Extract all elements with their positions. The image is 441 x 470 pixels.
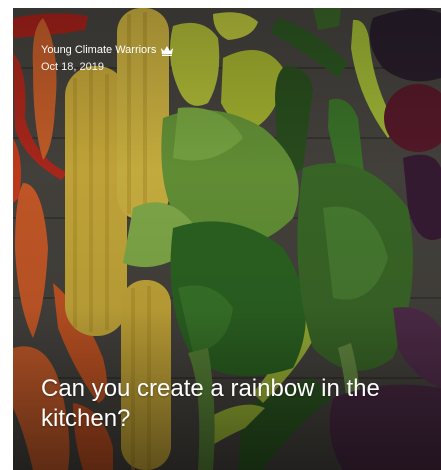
post-date: Oct 18, 2019	[41, 61, 104, 73]
blog-post-card[interactable]: Young Climate Warriors Oct 18, 2019 Can …	[13, 8, 441, 470]
post-meta: Young Climate Warriors Oct 18, 2019	[41, 44, 174, 74]
post-title[interactable]: Can you create a rainbow in the kitchen?	[41, 374, 431, 434]
author-link[interactable]: Young Climate Warriors	[41, 44, 174, 57]
crown-icon	[161, 45, 174, 56]
author-name[interactable]: Young Climate Warriors	[41, 44, 156, 57]
